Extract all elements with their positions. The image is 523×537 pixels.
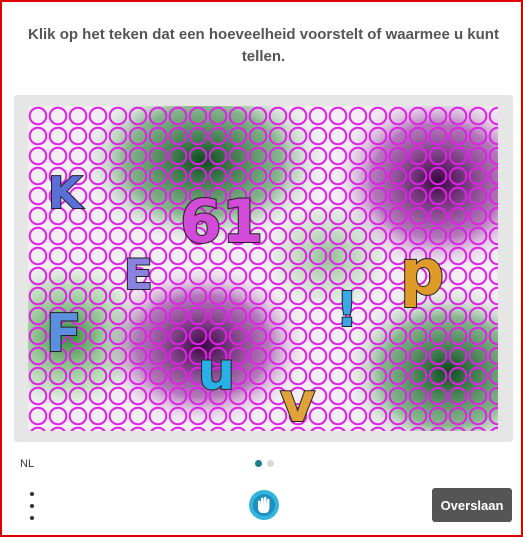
page-dot-active xyxy=(255,460,262,467)
page-indicator xyxy=(255,460,274,468)
menu-dot xyxy=(30,504,34,508)
menu-dot xyxy=(30,516,34,520)
glyph-p[interactable]: p xyxy=(399,241,445,305)
image-panel: K 61 E p F ! u v xyxy=(14,95,513,442)
page-dot xyxy=(267,460,274,467)
glyph-f[interactable]: F xyxy=(45,307,83,361)
skip-button[interactable]: Overslaan xyxy=(432,488,512,522)
more-vertical-icon[interactable] xyxy=(21,492,43,520)
challenge-frame: Klik op het teken dat een hoeveelheid vo… xyxy=(0,0,523,537)
menu-dot xyxy=(30,492,34,496)
glyph-k[interactable]: K xyxy=(47,171,83,217)
glyph-u[interactable]: u xyxy=(197,345,236,399)
glyph-v[interactable]: v xyxy=(279,375,316,431)
glyph-exclaim[interactable]: ! xyxy=(335,285,359,335)
glyph-61[interactable]: 61 xyxy=(179,191,264,253)
hand-icon[interactable] xyxy=(248,489,280,521)
challenge-image[interactable]: K 61 E p F ! u v xyxy=(28,106,498,431)
challenge-prompt: Klik op het teken dat een hoeveelheid vo… xyxy=(28,26,499,65)
language-label[interactable]: NL xyxy=(20,458,34,470)
glyph-e[interactable]: E xyxy=(123,253,154,297)
